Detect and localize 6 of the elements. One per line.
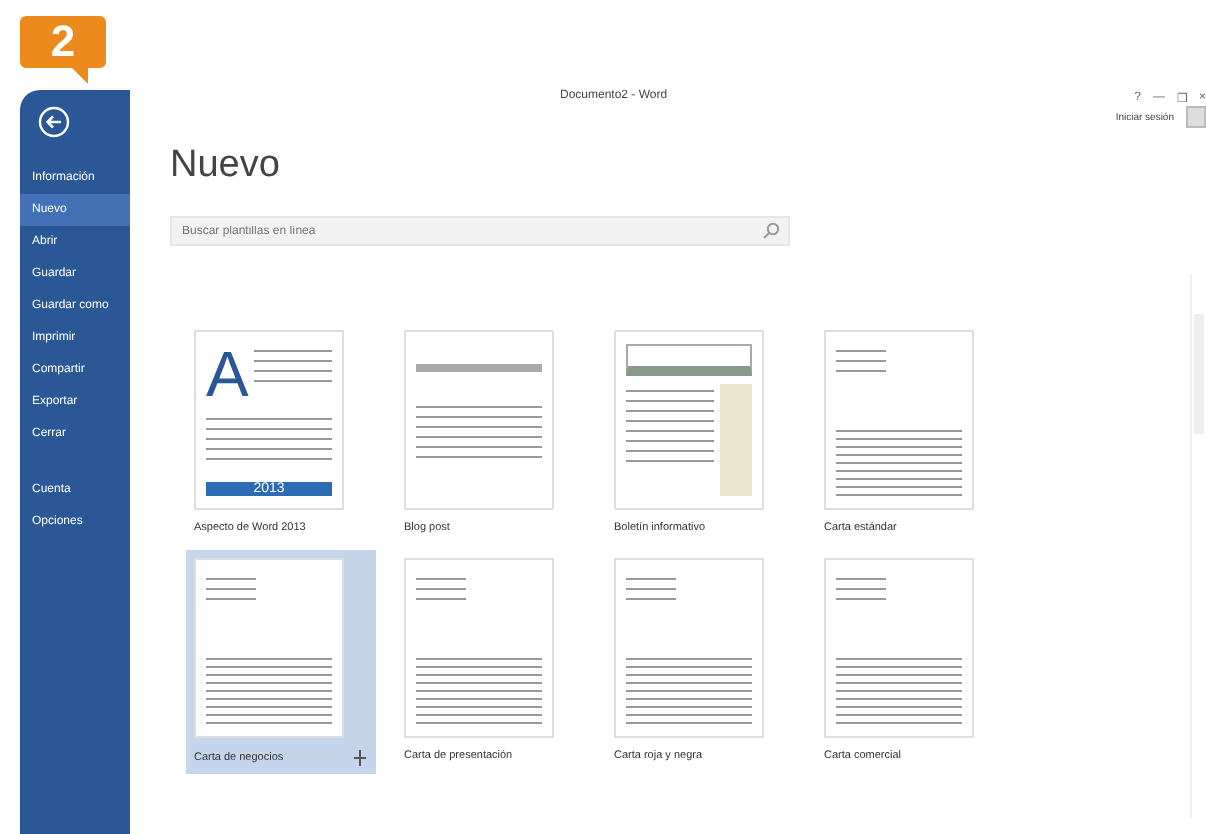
letter-logo: A — [206, 344, 249, 404]
avatar-icon — [1186, 106, 1206, 128]
back-icon[interactable] — [38, 106, 70, 138]
page-heading: Nuevo — [170, 144, 282, 188]
search-icon[interactable] — [762, 222, 780, 240]
step-badge: 2 — [20, 16, 106, 84]
